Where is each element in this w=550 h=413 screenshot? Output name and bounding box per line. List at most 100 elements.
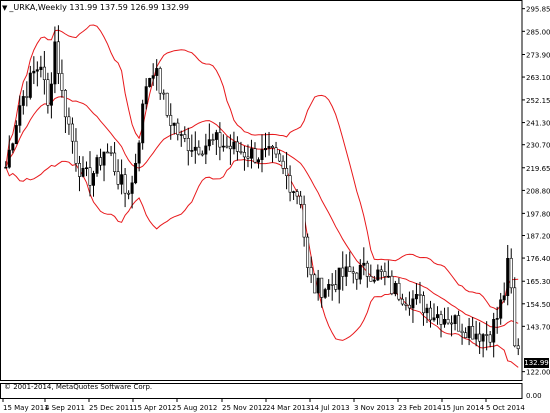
candle [116, 159, 120, 190]
candle [386, 260, 390, 278]
y-tick-label: 219.65 [526, 165, 550, 173]
candle-body [85, 167, 89, 169]
candle-body [78, 163, 82, 177]
candle-body [137, 142, 141, 164]
chart-frame [0, 0, 523, 399]
chart-window[interactable]: 295.85 285.00 273.90 263.10 252.15 241.30 230.… [0, 0, 550, 413]
candle-body [348, 266, 352, 272]
candle-body [372, 279, 376, 282]
candle-body [109, 152, 113, 154]
y-tick-label: 187.20 [526, 233, 550, 241]
candle-body [502, 295, 506, 301]
candle [200, 150, 204, 157]
candle-body [485, 334, 489, 336]
candle-body [35, 69, 39, 72]
candle [513, 277, 517, 348]
symbol-label: _URKA,Weekly [9, 3, 67, 12]
candle-body [106, 151, 110, 154]
candle-body [425, 307, 429, 314]
candle-body [288, 175, 292, 193]
candle-body [53, 41, 57, 85]
y-tick-label: 241.30 [526, 120, 550, 128]
y-tick-label: 165.30 [526, 278, 550, 286]
y-tick-label: 230.70 [526, 142, 550, 150]
candle [225, 136, 229, 149]
candle [179, 130, 183, 147]
candle [435, 306, 439, 325]
candle-body [506, 257, 510, 296]
candle-body [471, 325, 475, 340]
candle [316, 269, 320, 301]
candle [134, 153, 138, 185]
candle [99, 148, 103, 171]
candle-body [411, 298, 415, 309]
triangle-down-icon[interactable]: ▼ [2, 3, 7, 13]
candle [60, 59, 64, 98]
candle-body [306, 236, 310, 268]
candle [502, 282, 506, 303]
candle [32, 56, 36, 85]
candle [169, 103, 173, 140]
candle [337, 267, 341, 304]
candle [495, 306, 499, 334]
y-tick-label: 263.10 [526, 74, 550, 82]
candle-body [32, 70, 36, 74]
candle [49, 72, 53, 119]
middle-band [5, 96, 519, 329]
candle-body [214, 132, 218, 140]
candle [95, 154, 99, 177]
candle [78, 155, 82, 192]
candle [414, 283, 418, 305]
candle-body [344, 266, 348, 277]
candle-body [362, 262, 366, 266]
candle-body [18, 105, 22, 126]
candle-body [232, 141, 236, 150]
candle [499, 292, 503, 325]
candle-body [379, 269, 383, 272]
candle-body [320, 277, 324, 298]
candle-body [99, 157, 103, 166]
candle-body [397, 282, 401, 300]
candle [288, 165, 292, 202]
price-chart[interactable]: 295.85 285.00 273.90 263.10 252.15 241.30 230.… [0, 0, 550, 413]
candle [35, 61, 39, 87]
candle-body [56, 41, 60, 74]
candle [421, 291, 425, 326]
candle [464, 327, 468, 339]
candle-body [141, 103, 145, 144]
x-tick-label: 23 Feb 2014 [398, 404, 442, 412]
candle [186, 127, 190, 166]
candle [197, 140, 201, 156]
candle [278, 149, 282, 163]
candle [362, 247, 366, 276]
candle [25, 81, 29, 107]
candle-body [299, 195, 303, 205]
candlesticks [4, 25, 520, 358]
candle [285, 151, 289, 190]
candle-body [67, 116, 71, 125]
candle [155, 59, 159, 91]
candle-body [11, 143, 15, 151]
candle [478, 322, 482, 354]
candle-body [260, 149, 264, 161]
candle [306, 233, 310, 278]
candle [344, 254, 348, 287]
candle [250, 139, 254, 169]
candle [299, 190, 303, 209]
candle [439, 310, 443, 338]
candle-body [4, 166, 8, 169]
candle [488, 330, 492, 348]
candle [348, 251, 352, 273]
candle-body [499, 299, 503, 319]
candle-body [49, 83, 53, 106]
candle [67, 107, 71, 135]
candle [302, 195, 306, 247]
x-tick-label: 15 Jun 2014 [442, 404, 485, 412]
candle-body [120, 174, 124, 185]
candle [407, 291, 411, 316]
candle [165, 92, 169, 118]
candle [263, 132, 267, 158]
candle [397, 277, 401, 302]
candle-body [428, 307, 432, 321]
candle-body [253, 148, 257, 163]
